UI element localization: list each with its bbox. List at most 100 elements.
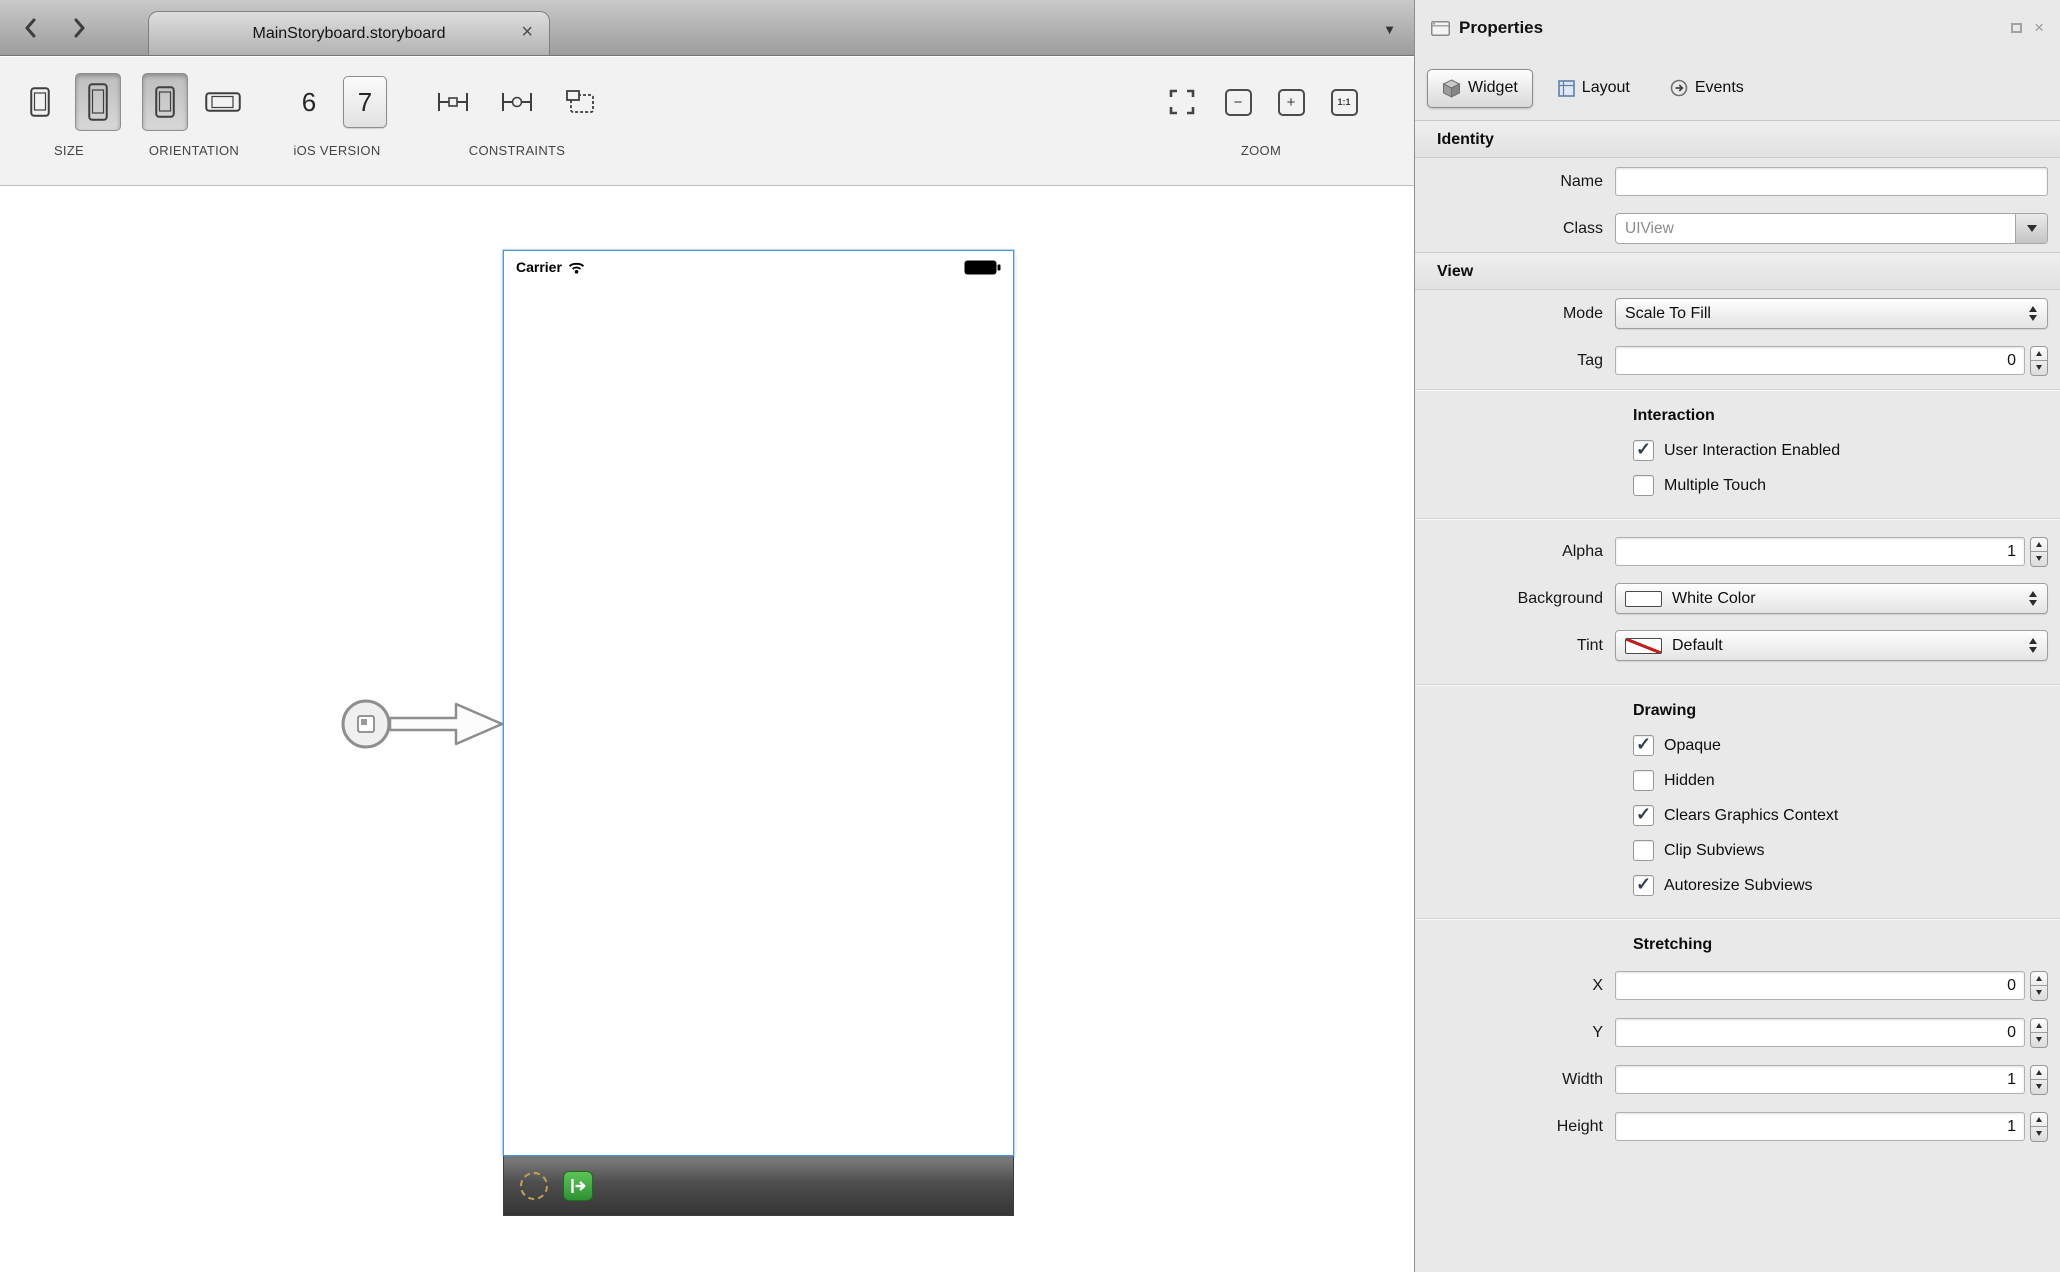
constraint-frame-button[interactable]: [555, 73, 607, 131]
group-interaction: Interaction User Interaction Enabled Mul…: [1415, 389, 2060, 513]
clip-subviews-checkbox[interactable]: [1633, 840, 1654, 861]
checkbox-row-opaque[interactable]: Opaque: [1415, 728, 2060, 763]
checkbox-row-user-interaction-enabled[interactable]: User Interaction Enabled: [1415, 433, 2060, 468]
multiple-touch-checkbox[interactable]: [1633, 475, 1654, 496]
constraint-pin-button[interactable]: [491, 73, 543, 131]
size-4-inch-button[interactable]: [75, 73, 121, 131]
group-appearance: Alpha Background White Color Tint Defaul…: [1415, 518, 2060, 679]
background-color-select[interactable]: White Color: [1615, 583, 2048, 614]
design-toolbar: SIZE ORIENTATION 6 7 iOS VERSION: [0, 57, 1414, 186]
view-controller-dock: [503, 1156, 1014, 1216]
class-combo-dropdown-icon[interactable]: [2015, 214, 2047, 243]
pin-constraint-icon: [499, 89, 535, 115]
toolbar-size-label: SIZE: [14, 143, 124, 158]
toolbar-group-ios-version: 6 7 iOS VERSION: [278, 69, 396, 158]
width-constraint-icon: [435, 89, 471, 115]
autoresize-subviews-checkbox[interactable]: [1633, 875, 1654, 896]
ios-version-7-button[interactable]: 7: [343, 76, 387, 128]
tab-widget[interactable]: Widget: [1427, 69, 1533, 108]
stretch-y-stepper[interactable]: [2030, 1018, 2048, 1048]
alpha-input[interactable]: [1615, 537, 2025, 566]
view-controller-root-view[interactable]: Carrier: [503, 250, 1014, 1156]
tint-label: Tint: [1415, 637, 1615, 655]
user-interaction-enabled-checkbox[interactable]: [1633, 440, 1654, 461]
mode-value: Scale To Fill: [1625, 305, 1711, 323]
tab-close-icon[interactable]: ×: [521, 22, 533, 42]
stretch-height-label: Height: [1415, 1118, 1615, 1136]
class-combo[interactable]: UIView: [1615, 213, 2048, 244]
first-responder-icon[interactable]: [520, 1172, 548, 1200]
multiple-touch-label: Multiple Touch: [1664, 477, 1766, 495]
tint-color-select[interactable]: Default: [1615, 630, 2048, 661]
default-tint-swatch: [1625, 638, 1662, 654]
interaction-title: Interaction: [1415, 399, 2060, 433]
stretch-width-input[interactable]: [1615, 1065, 2025, 1094]
mode-select[interactable]: Scale To Fill: [1615, 298, 2048, 329]
alpha-stepper[interactable]: [2030, 537, 2048, 567]
checkbox-row-clip-subviews[interactable]: Clip Subviews: [1415, 833, 2060, 868]
zoom-in-button[interactable]: +: [1278, 89, 1305, 116]
chevron-right-icon: [74, 18, 86, 38]
view-controller[interactable]: Carrier: [503, 250, 1014, 1216]
checkbox-row-multiple-touch[interactable]: Multiple Touch: [1415, 468, 2060, 503]
name-input[interactable]: [1615, 167, 2048, 196]
tab-mainstoryboard[interactable]: MainStoryboard.storyboard ×: [148, 11, 550, 55]
stretch-y-input[interactable]: [1615, 1018, 2025, 1047]
panel-float-icon[interactable]: [2011, 23, 2022, 33]
group-stretching: Stretching X Y Width Height: [1415, 918, 2060, 1160]
tab-layout[interactable]: Layout: [1543, 69, 1645, 107]
orientation-portrait-button[interactable]: [142, 73, 188, 131]
zoom-fit-button[interactable]: [1165, 73, 1199, 131]
updown-arrows-icon: [2029, 591, 2038, 606]
checkbox-row-clears-graphics-context[interactable]: Clears Graphics Context: [1415, 798, 2060, 833]
clip-subviews-label: Clip Subviews: [1664, 842, 1764, 860]
back-button[interactable]: [14, 14, 46, 42]
zoom-out-button[interactable]: −: [1225, 89, 1252, 116]
orientation-landscape-button[interactable]: [200, 73, 246, 131]
tag-input[interactable]: [1615, 346, 2025, 375]
tab-title: MainStoryboard.storyboard: [253, 25, 446, 43]
tab-events-label: Events: [1695, 79, 1744, 97]
constraint-width-button[interactable]: [427, 73, 479, 131]
tab-list-dropdown-icon[interactable]: ▼: [1383, 22, 1396, 37]
toolbar-zoom-label: ZOOM: [1128, 143, 1394, 158]
clears-graphics-context-checkbox[interactable]: [1633, 805, 1654, 826]
tag-stepper[interactable]: [2030, 346, 2048, 376]
forward-button[interactable]: [64, 14, 96, 42]
updown-arrows-icon: [2029, 306, 2038, 321]
hidden-checkbox[interactable]: [1633, 770, 1654, 791]
background-value: White Color: [1672, 590, 1756, 608]
frame-constraint-icon: [565, 89, 597, 115]
toolbar-constraints-label: CONSTRAINTS: [424, 143, 610, 158]
ios-version-6-button[interactable]: 6: [287, 76, 331, 128]
zoom-actual-size-button[interactable]: 1:1: [1331, 89, 1358, 116]
tint-value: Default: [1672, 637, 1723, 655]
status-bar: Carrier: [516, 259, 1001, 275]
mode-label: Mode: [1415, 305, 1615, 323]
stretch-height-input[interactable]: [1615, 1112, 2025, 1141]
storyboard-canvas[interactable]: Carrier: [0, 186, 1414, 1272]
checkbox-row-autoresize-subviews[interactable]: Autoresize Subviews: [1415, 868, 2060, 903]
toolbar-group-zoom: − + 1:1 ZOOM: [1128, 69, 1394, 158]
events-icon: [1670, 79, 1688, 97]
tab-events[interactable]: Events: [1655, 69, 1759, 107]
stretch-x-stepper[interactable]: [2030, 971, 2048, 1001]
carrier-label: Carrier: [516, 259, 562, 275]
tab-widget-label: Widget: [1468, 79, 1518, 97]
stretch-height-stepper[interactable]: [2030, 1112, 2048, 1142]
drawing-title: Drawing: [1415, 694, 2060, 728]
initial-view-controller-arrow[interactable]: [338, 692, 508, 761]
size-3-5-inch-button[interactable]: [17, 73, 63, 131]
panel-close-icon[interactable]: ×: [2034, 21, 2044, 35]
opaque-checkbox[interactable]: [1633, 735, 1654, 756]
exit-segue-icon[interactable]: [563, 1171, 593, 1201]
toolbar-group-constraints: CONSTRAINTS: [424, 69, 610, 158]
stretch-y-label: Y: [1415, 1024, 1615, 1042]
toolbar-ios-version-label: iOS VERSION: [278, 143, 396, 158]
stretch-width-stepper[interactable]: [2030, 1065, 2048, 1095]
properties-panel-header: Properties ×: [1415, 0, 2060, 56]
toolbar-group-size: SIZE: [14, 69, 124, 158]
checkbox-row-hidden[interactable]: Hidden: [1415, 763, 2060, 798]
properties-window-icon: [1431, 21, 1450, 36]
stretch-x-input[interactable]: [1615, 971, 2025, 1000]
